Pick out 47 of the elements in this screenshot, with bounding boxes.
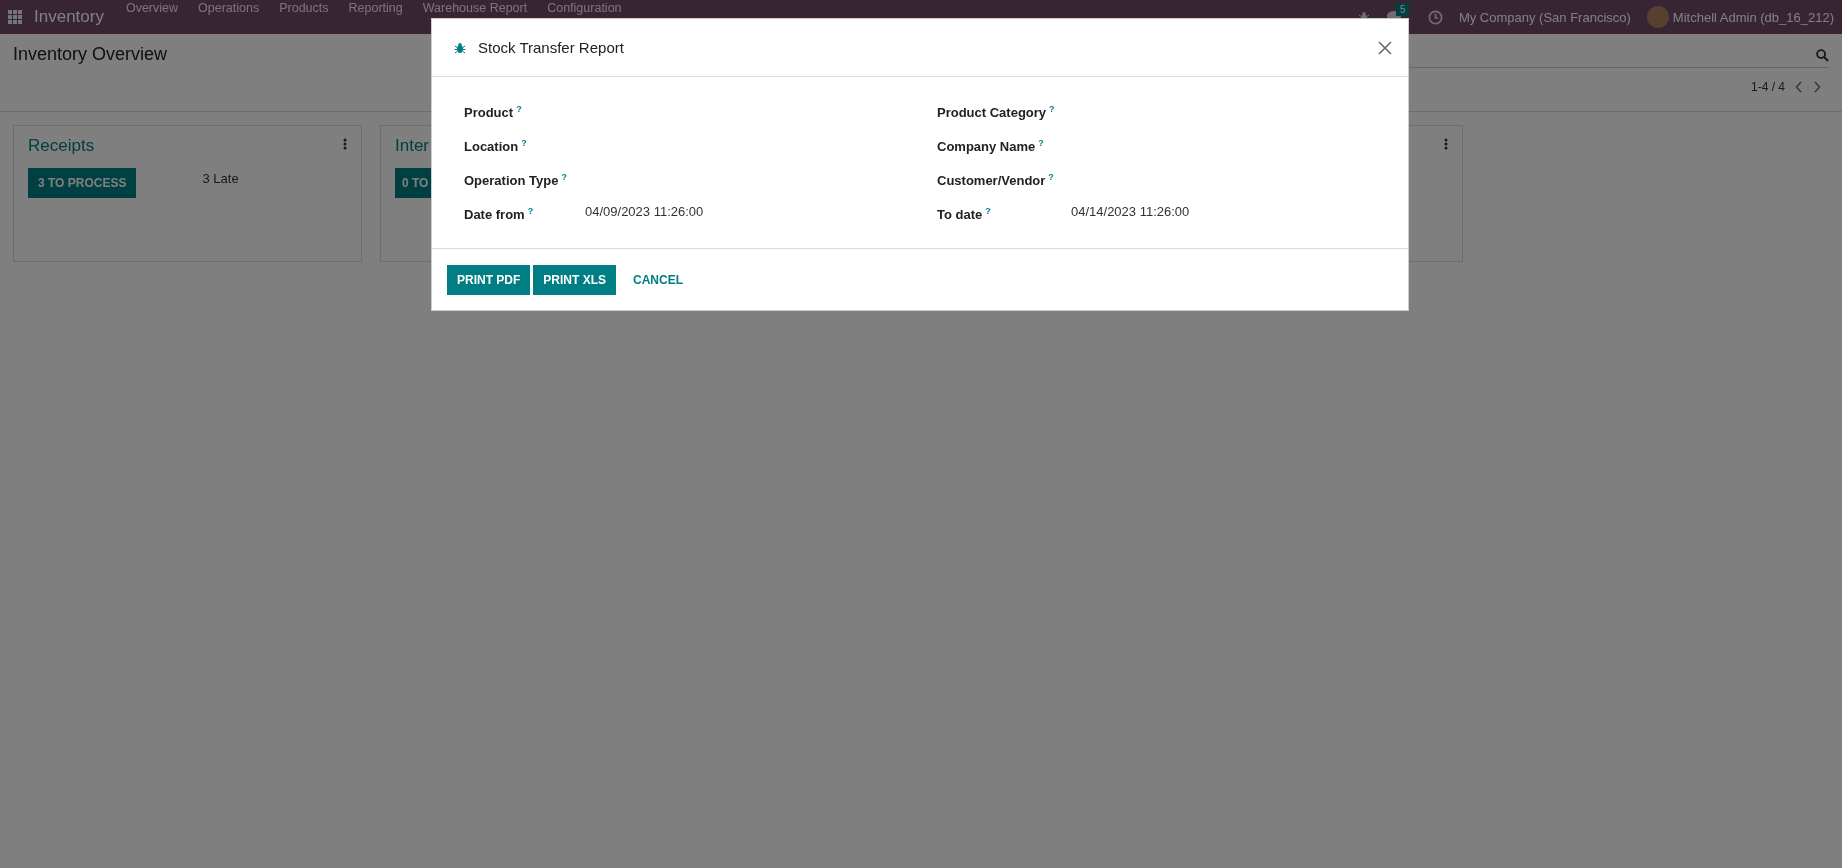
print-button[interactable]: PRINT PDF [447,265,531,295]
field-label: Product Category $^{?}$ [937,103,1056,120]
date-value[interactable]: 04/14/2023 11:26:00 [1071,201,1376,222]
page-title: Inventory Overview [13,44,168,65]
field-label: Operation Type $^{?}$ [464,171,568,188]
message-count-badge: 5 [1395,3,1410,16]
user-name[interactable]: Mitchell Admin (db_16_212) [1672,9,1834,25]
help-mark[interactable]: ? [521,138,527,148]
help-mark[interactable]: ? [527,206,534,216]
bug-icon [454,41,466,54]
to-process-button[interactable]: 3 TO PROCESS [28,168,137,198]
previous-icon[interactable] [1795,81,1803,93]
field-label: Customer/Vendor $^{?}$ [937,171,1055,188]
app-name[interactable]: Inventory [34,7,104,27]
field-label: Product $^{?}$ [464,103,523,120]
help-mark[interactable]: ? [561,172,567,182]
field-label: Company Name $^{?}$ [937,137,1045,154]
menu-item[interactable]: Configuration [537,2,632,14]
card-title[interactable]: Receipts [28,136,95,156]
help-mark[interactable]: ? [516,104,522,114]
help-mark[interactable]: ? [1049,104,1055,114]
cancel-button[interactable]: CANCEL [623,265,693,295]
menu-item[interactable]: Products [269,2,339,14]
more-options-icon[interactable] [343,138,347,150]
search-icon[interactable] [1816,49,1829,62]
field-label: Date from $^{?}$ [464,205,535,222]
clock-icon[interactable] [1427,9,1443,25]
menu-item[interactable]: Overview [115,2,189,14]
field-label: To date $^{?}$ [937,205,992,222]
late-count[interactable]: 3 Late [202,171,239,186]
menu-item[interactable]: Warehouse Report [412,2,538,14]
help-mark[interactable]: ? [985,206,991,216]
more-options-icon[interactable] [1444,138,1448,150]
next-icon[interactable] [1813,81,1821,93]
pager-value[interactable]: 1-4 / 4 [1750,80,1785,94]
help-mark[interactable]: ? [1048,172,1054,182]
field-label: Location $^{?}$ [464,137,528,154]
menu-item[interactable]: Reporting [338,2,413,14]
dialog-title: Stock Transfer Report [478,39,625,56]
company-name[interactable]: My Company (San Francisco) [1458,9,1631,25]
date-value[interactable]: 04/09/2023 11:26:00 [585,201,937,222]
card-title[interactable]: Inter [395,136,430,156]
close-icon[interactable] [1378,40,1392,55]
menu-item[interactable]: Operations [188,2,270,14]
print-button[interactable]: PRINT XLS [533,265,616,295]
help-mark[interactable]: ? [1038,138,1044,148]
apps-menu-icon[interactable] [8,10,22,24]
